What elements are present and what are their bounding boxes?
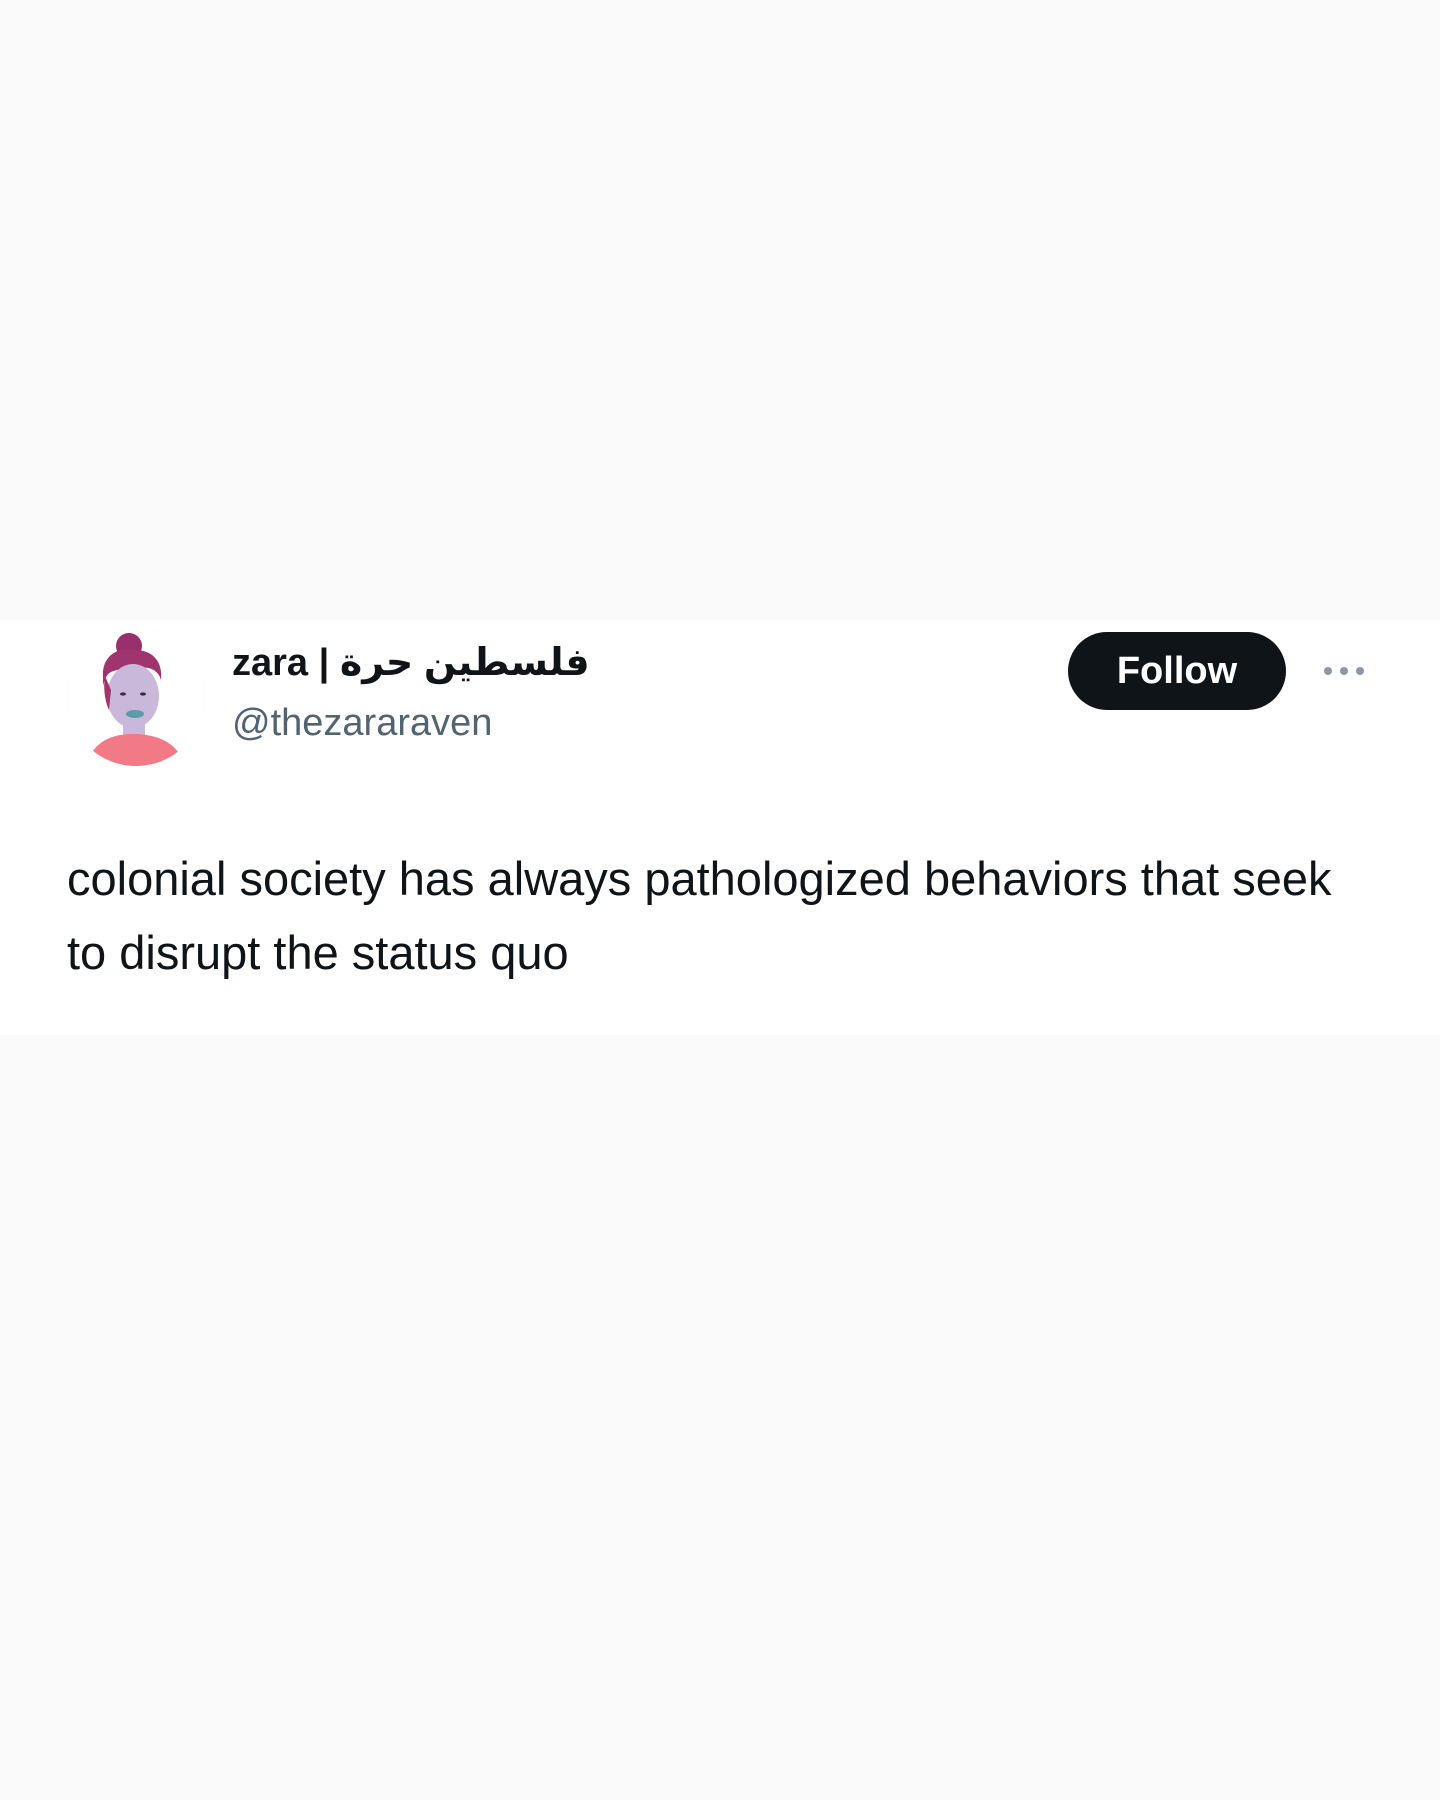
tweet-text: colonial society has always pathologized… — [67, 852, 1332, 979]
bottom-background — [0, 1035, 1440, 1800]
author-handle[interactable]: @thezararaven — [232, 700, 492, 746]
follow-button[interactable]: Follow — [1068, 632, 1286, 710]
author-avatar[interactable] — [67, 628, 205, 766]
author-display-name[interactable]: zara | فلسطين حرة — [232, 640, 590, 686]
more-options-button[interactable] — [1316, 654, 1372, 688]
avatar-portrait-icon — [67, 628, 205, 766]
ellipsis-icon — [1324, 667, 1364, 675]
top-background — [0, 0, 1440, 620]
